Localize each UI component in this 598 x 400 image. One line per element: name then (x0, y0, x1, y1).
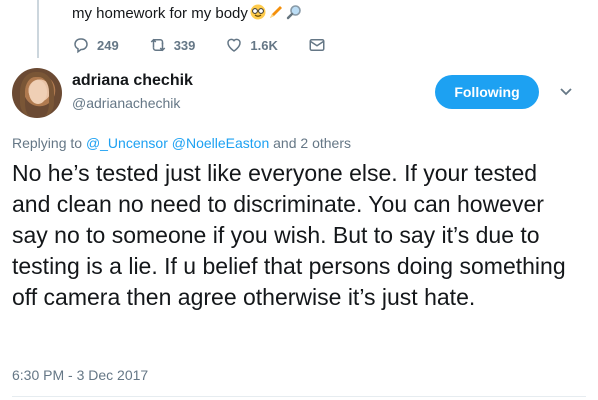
parent-tweet-actions: 249 339 1.6K (72, 36, 356, 54)
mention-link-2[interactable]: @NoelleEaston (172, 135, 270, 151)
author-handle[interactable]: @adrianachechik (72, 95, 180, 111)
parent-tweet-text: my homework for my body (72, 4, 248, 22)
mention-link-1[interactable]: @_Uncensor (86, 135, 168, 151)
direct-message-button[interactable] (308, 36, 326, 54)
heart-icon (227, 38, 242, 52)
replying-to-prefix: Replying to (12, 135, 83, 151)
retweet-button[interactable]: 339 (149, 36, 196, 54)
nerd-face-icon (250, 4, 266, 22)
thread-connector-line (37, 0, 39, 58)
divider (12, 396, 586, 397)
others-link[interactable]: and 2 others (273, 135, 351, 151)
reply-icon (74, 38, 88, 54)
retweet-count: 339 (173, 37, 196, 53)
like-count: 1.6K (250, 37, 278, 53)
envelope-icon (309, 39, 325, 51)
magnifying-glass-icon (286, 4, 302, 22)
tweet-body-text: No he’s tested just like everyone else. … (12, 160, 566, 310)
retweet-icon (150, 38, 165, 52)
reply-count: 249 (97, 37, 119, 53)
parent-tweet-text-row: my homework for my body (72, 4, 302, 22)
following-button[interactable]: Following (435, 75, 539, 109)
replying-to-context: Replying to @_Uncensor @NoelleEaston and… (12, 135, 351, 151)
like-button[interactable]: 1.6K (225, 36, 278, 54)
chevron-down-icon[interactable] (558, 83, 574, 99)
author-name[interactable]: adriana chechik (72, 72, 193, 90)
tweet-timestamp[interactable]: 6:30 PM - 3 Dec 2017 (12, 367, 148, 383)
pencil-icon (268, 4, 284, 22)
tweet-author-header: adriana chechik @adrianachechik Followin… (12, 68, 586, 118)
reply-button[interactable]: 249 (72, 36, 119, 54)
avatar[interactable] (12, 68, 62, 118)
avatar-face-shape (29, 80, 47, 104)
